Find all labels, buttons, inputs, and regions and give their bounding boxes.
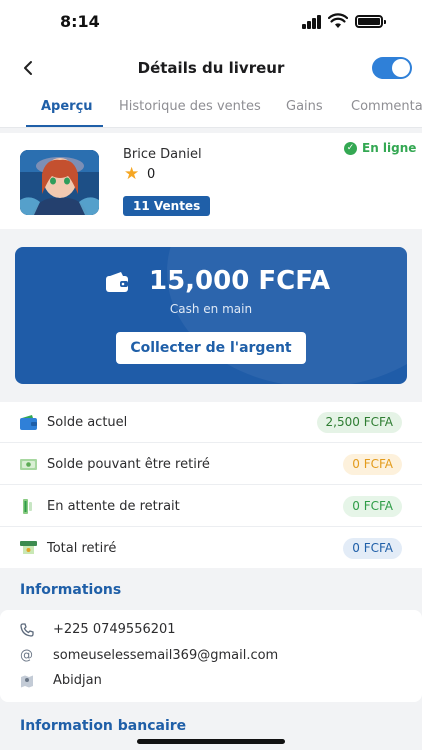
cash-label: Cash en main (169, 302, 253, 316)
money-icon (20, 459, 37, 470)
balance-row-withdrawable[interactable]: Solde pouvant être retiré 0 FCFA (0, 444, 422, 485)
wifi-icon (328, 13, 348, 28)
at-sign-icon: @ (20, 648, 33, 663)
tab-commentaires[interactable]: Commentaires (351, 99, 422, 114)
balance-row-withdrawn[interactable]: Total retiré 0 FCFA (0, 528, 422, 569)
battery-icon (355, 15, 386, 28)
city-row: Abidjan (20, 672, 400, 692)
tab-active-indicator (26, 125, 103, 127)
city-value: Abidjan (53, 673, 102, 688)
status-bar: 8:14 (0, 0, 422, 48)
withdrawn-icon (20, 541, 37, 554)
signal-icon (302, 15, 322, 29)
home-indicator (137, 739, 285, 744)
wallet-icon (106, 272, 128, 292)
tab-historique-ventes[interactable]: Historique des ventes (119, 99, 261, 114)
phone-icon (20, 623, 34, 637)
sales-count-badge: 11 Ventes (123, 196, 211, 216)
driver-name: Brice Daniel (123, 147, 202, 162)
balance-row-pending[interactable]: En attente de retrait 0 FCFA (0, 486, 422, 527)
availability-toggle[interactable] (372, 57, 412, 79)
balance-label: Solde actuel (47, 415, 128, 430)
collect-money-button[interactable]: Collecter de l'argent (116, 332, 306, 364)
bank-info-heading: Information bancaire (20, 718, 187, 734)
toggle-knob (392, 59, 410, 77)
balance-label: En attente de retrait (47, 499, 180, 514)
balance-value: 0 FCFA (343, 538, 402, 559)
profile-card: Brice Daniel ★ 0 11 Ventes ✓ En ligne (0, 133, 422, 229)
star-icon: ★ (124, 164, 140, 184)
balance-label: Solde pouvant être retiré (47, 457, 210, 472)
pending-icon (23, 499, 32, 514)
tab-apercu[interactable]: Aperçu (41, 99, 93, 114)
online-status-label: En ligne (362, 141, 417, 155)
online-status: ✓ En ligne (344, 141, 416, 155)
cash-amount: 15,000 FCFA (149, 266, 331, 296)
informations-card: +225 0749556201 @ someuselessemail369@gm… (0, 610, 422, 702)
tab-gains[interactable]: Gains (286, 99, 323, 114)
email-value: someuselessemail369@gmail.com (53, 648, 279, 663)
balances-list: Solde actuel 2,500 FCFA Solde pouvant êt… (0, 402, 422, 568)
balance-row-current[interactable]: Solde actuel 2,500 FCFA (0, 402, 422, 443)
phone-value: +225 0749556201 (53, 622, 176, 637)
balance-value: 0 FCFA (343, 496, 402, 517)
map-icon (21, 675, 33, 688)
email-row[interactable]: @ someuselessemail369@gmail.com (20, 647, 400, 667)
balance-value: 2,500 FCFA (316, 412, 402, 433)
balance-value: 0 FCFA (343, 454, 402, 475)
page-title: Détails du livreur (137, 59, 285, 77)
wallet-icon (20, 415, 37, 430)
header: Détails du livreur (0, 48, 422, 90)
status-time: 8:14 (60, 12, 100, 31)
informations-heading: Informations (20, 582, 122, 598)
avatar (20, 150, 99, 215)
check-circle-icon: ✓ (344, 141, 357, 155)
tab-bar: Aperçu Historique des ventes Gains Comme… (0, 90, 422, 128)
rating-value: 0 (147, 167, 156, 182)
phone-row[interactable]: +225 0749556201 (20, 621, 400, 641)
cash-in-hand-card: 15,000 FCFA Cash en main Collecter de l'… (15, 247, 407, 384)
balance-label: Total retiré (47, 541, 117, 556)
